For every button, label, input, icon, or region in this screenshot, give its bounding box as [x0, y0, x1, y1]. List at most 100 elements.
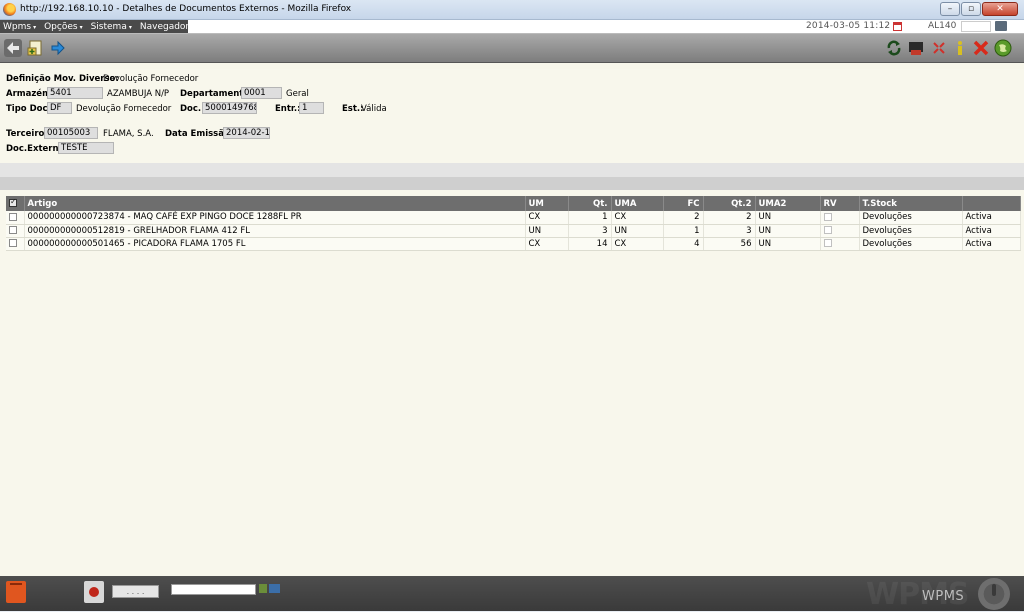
expand-icon[interactable] — [929, 38, 949, 58]
menu-wpms[interactable]: Wpms ▾ — [3, 22, 36, 32]
document-header-form: Definição Mov. Diverso: Devolução Fornec… — [0, 69, 1024, 163]
cell-artigo: 000000000000723874 - MAQ CAFÉ EXP PINGO … — [24, 211, 526, 225]
chevron-down-icon: ▾ — [33, 23, 37, 31]
cell-uma: CX — [611, 237, 664, 251]
info-icon[interactable] — [950, 38, 970, 58]
more-button[interactable]: . . . . — [112, 585, 159, 598]
chevron-down-icon: ▾ — [191, 23, 195, 31]
row-checkbox[interactable] — [9, 239, 17, 247]
departamento-code-field[interactable]: 0001 — [241, 87, 282, 99]
rv-checkbox[interactable] — [823, 212, 832, 221]
rv-checkbox[interactable] — [823, 226, 832, 234]
user-input[interactable] — [961, 21, 991, 32]
table-header-row: Artigo UM Qt. UMA FC Qt.2 UMA2 RV T.Stoc… — [6, 196, 1021, 211]
table-row[interactable]: 000000000000512819 - GRELHADOR FLAMA 412… — [6, 224, 1021, 238]
current-datetime: 2014-03-05 11:12 — [806, 21, 891, 31]
status-input[interactable] — [171, 584, 256, 595]
cell-tstock: Devoluções — [859, 211, 963, 225]
data-emissao-field[interactable]: 2014-02-11 — [223, 127, 270, 139]
col-estado — [962, 196, 1021, 211]
cell-um[interactable]: CX — [525, 211, 569, 225]
cell-tstock: Devoluções — [859, 237, 963, 251]
row-checkbox[interactable] — [9, 212, 17, 221]
menu-sistema[interactable]: Sistema ▾ — [91, 22, 132, 32]
section-divider — [0, 163, 1024, 177]
status-bar: . . . . WPMS WPMS — [0, 576, 1024, 612]
refresh-icon[interactable] — [884, 38, 904, 58]
cell-qt[interactable]: 14 — [568, 237, 612, 251]
trash-icon[interactable] — [6, 581, 26, 603]
checkbox-icon[interactable] — [9, 197, 17, 207]
cell-artigo: 000000000000501465 - PICADORA FLAMA 1705… — [24, 237, 526, 251]
document-add-icon[interactable] — [26, 38, 46, 58]
terceiro-label: Terceiro: — [6, 129, 48, 139]
col-fc[interactable]: FC — [663, 196, 704, 211]
cell-qt2: 3 — [703, 224, 756, 238]
terceiro-name: FLAMA, S.A. — [103, 129, 154, 139]
col-rv[interactable]: RV — [820, 196, 860, 211]
col-artigo[interactable]: Artigo — [24, 196, 526, 211]
delete-icon[interactable] — [971, 38, 991, 58]
firefox-icon — [3, 3, 16, 16]
doc-externo-field[interactable]: TESTE — [58, 142, 114, 154]
definicao-label: Definição Mov. Diverso: — [6, 74, 119, 84]
forward-arrow-icon[interactable] — [48, 38, 68, 58]
entr-field[interactable]: 1 — [299, 102, 324, 114]
row-checkbox[interactable] — [9, 226, 17, 234]
cell-um[interactable]: CX — [525, 237, 569, 251]
armazem-code-field[interactable]: 5401 — [47, 87, 103, 99]
globe-icon[interactable] — [993, 38, 1013, 58]
table-row[interactable]: 000000000000723874 - MAQ CAFÉ EXP PINGO … — [6, 211, 1021, 225]
print-icon[interactable] — [906, 38, 926, 58]
scanner-icon[interactable] — [259, 584, 267, 593]
col-uma2[interactable]: UMA2 — [755, 196, 821, 211]
armazem-name: AZAMBUJA N/P — [107, 89, 170, 99]
window-title: http://192.168.10.10 - Detalhes de Docum… — [20, 4, 352, 14]
cell-um[interactable]: UN — [525, 224, 569, 238]
cell-qt2: 56 — [703, 237, 756, 251]
table-row[interactable]: 000000000000501465 - PICADORA FLAMA 1705… — [6, 237, 1021, 251]
chevron-down-icon: ▾ — [128, 23, 132, 31]
tipo-doc-code-field[interactable]: DF — [47, 102, 72, 114]
col-uma[interactable]: UMA — [611, 196, 664, 211]
minimize-button[interactable]: – — [940, 2, 960, 16]
definicao-value: Devolução Fornecedor — [103, 74, 199, 84]
close-window-button[interactable]: ✕ — [982, 2, 1018, 16]
window-controls: – ▫ ✕ — [940, 2, 1018, 16]
chevron-down-icon: ▾ — [79, 23, 83, 31]
monitor-icon[interactable] — [995, 21, 1007, 31]
tipo-doc-name: Devolução Fornecedor — [76, 104, 172, 114]
est-value: Válida — [361, 104, 387, 114]
entr-label: Entr.: — [275, 104, 301, 114]
select-all-checkbox[interactable] — [6, 196, 25, 211]
calendar-icon[interactable] — [893, 22, 902, 31]
monitor-icon[interactable] — [269, 584, 280, 593]
window-titlebar: http://192.168.10.10 - Detalhes de Docum… — [0, 0, 1024, 20]
col-qt2[interactable]: Qt.2 — [703, 196, 756, 211]
doc-number-field[interactable]: 5000149768 — [202, 102, 257, 114]
terceiro-code-field[interactable]: 00105003 — [44, 127, 98, 139]
menu-bar: Wpms ▾ Opções ▾ Sistema ▾ Navegador ▾ 2014-0… — [0, 20, 1024, 33]
main-menu: Wpms ▾ Opções ▾ Sistema ▾ Navegador ▾ — [0, 20, 194, 33]
col-qt[interactable]: Qt. — [568, 196, 612, 211]
menu-opcoes[interactable]: Opções ▾ — [44, 22, 83, 32]
rv-checkbox[interactable] — [823, 239, 832, 247]
maximize-button[interactable]: ▫ — [961, 2, 981, 16]
cell-uma2: UN — [755, 224, 821, 238]
logo-text: WPMS — [922, 589, 965, 604]
toolbar — [0, 33, 1024, 63]
bug-icon[interactable] — [84, 581, 104, 603]
col-um[interactable]: UM — [525, 196, 569, 211]
cell-qt[interactable]: 3 — [568, 224, 612, 238]
back-arrow-icon[interactable] — [3, 38, 23, 58]
cell-uma2: UN — [755, 211, 821, 225]
cell-fc: 1 — [663, 224, 704, 238]
cell-qt[interactable]: 1 — [568, 211, 612, 225]
cell-fc: 4 — [663, 237, 704, 251]
cell-estado: Activa — [962, 211, 1021, 225]
cell-uma: CX — [611, 211, 664, 225]
col-tstock[interactable]: T.Stock — [859, 196, 963, 211]
menu-navegador[interactable]: Navegador ▾ — [140, 22, 194, 32]
wpms-logo: WPMS WPMS — [866, 577, 1016, 612]
cell-fc: 2 — [663, 211, 704, 225]
